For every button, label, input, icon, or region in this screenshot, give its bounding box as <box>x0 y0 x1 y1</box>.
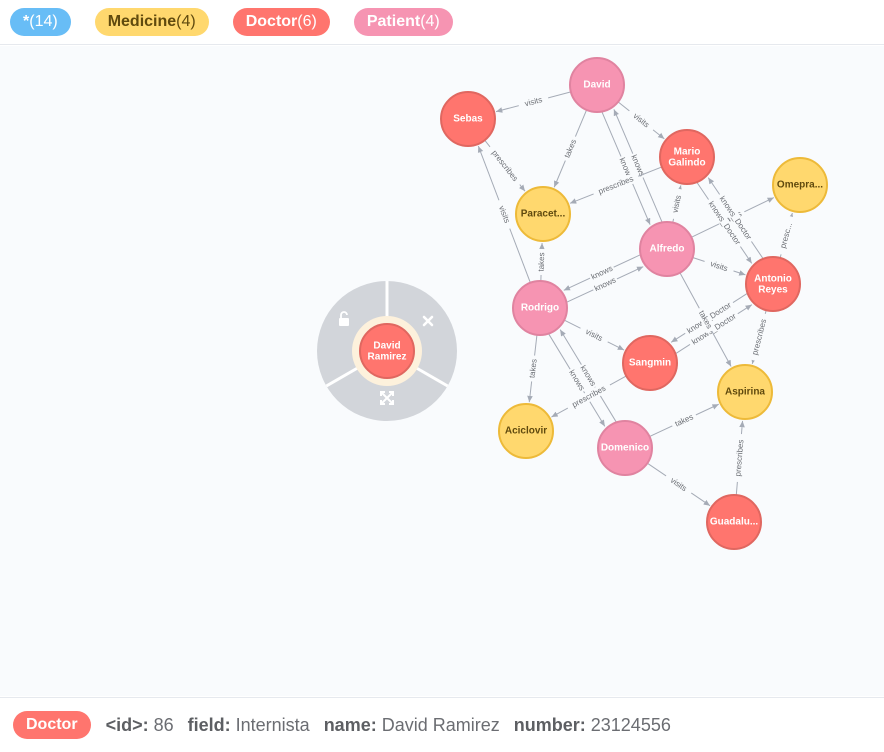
graph-canvas[interactable]: visits visits takes knows knows prescribes pre… <box>0 46 884 696</box>
node-caption: David <box>373 341 400 352</box>
relationship-mario-paracet[interactable]: prescribes <box>569 166 663 204</box>
relationship-david-sebas[interactable]: visits <box>495 91 572 113</box>
property-key: field: <box>187 714 231 735</box>
relationship-type-label: takes <box>537 252 547 271</box>
relationship-antonio-aspirina[interactable]: prescribes <box>748 310 771 365</box>
node-caption: Domenico <box>601 443 649 454</box>
graph-node-aciclovir[interactable]: Aciclovir <box>498 403 554 459</box>
property-value: 86 <box>153 714 174 735</box>
legend-doctor-label: Doctor <box>245 13 298 30</box>
legend-all-count: (14) <box>29 13 58 30</box>
property-name: name: David Ramirez <box>324 715 500 736</box>
graph-node-david[interactable]: David <box>569 57 625 113</box>
legend-medicine-label: Medicine <box>107 13 177 30</box>
legend-patient-label: Patient <box>366 13 421 30</box>
property-id: <id>: 86 <box>106 715 174 736</box>
relationship-type-label: prescribes <box>490 148 520 183</box>
graph-node-guadalu[interactable]: Guadalu... <box>706 494 762 550</box>
relationship-rodrigo-aciclovir[interactable]: takes <box>526 334 540 403</box>
relationship-type-label: visits <box>524 95 543 108</box>
relationship-alfredo-antonio[interactable]: visits <box>692 256 746 276</box>
node-caption: Aspirina <box>725 387 765 398</box>
graph-visualization[interactable]: visitsvisitstakesknowsknowsprescribespre… <box>0 46 884 696</box>
relationship-domenico-guadalu[interactable]: visits <box>647 462 711 507</box>
legend-all-nodes[interactable]: * (14) <box>10 8 71 36</box>
relationship-guadalu-aspirina[interactable]: prescribes <box>732 420 747 496</box>
relationship-type-label: takes <box>674 412 695 428</box>
property-key: <id>: <box>105 714 149 735</box>
graph-node-omepra[interactable]: Omepra... <box>772 157 828 213</box>
property-field: field: Internista <box>188 715 310 736</box>
graph-node-rodrigo[interactable]: Rodrigo <box>512 280 568 336</box>
legend-medicine[interactable]: Medicine (4) <box>94 8 209 36</box>
label-legend-bar: * (14) Medicine (4) Doctor (6) Patient (… <box>0 0 884 45</box>
node-caption: Paracet... <box>521 209 566 220</box>
selected-node-label-badge[interactable]: Doctor <box>13 711 91 739</box>
relationship-antonio-omepra[interactable]: presc... <box>776 212 797 259</box>
node-caption: Sangmin <box>629 358 671 369</box>
graph-node-davidramirez[interactable]: DavidRamirez <box>359 323 415 379</box>
node-caption: Guadalu... <box>710 517 759 528</box>
property-key: name: <box>323 714 377 735</box>
graph-node-mario[interactable]: MarioGalindo <box>659 129 715 185</box>
legend-patient[interactable]: Patient (4) <box>353 8 453 36</box>
relationship-alfredo-mario[interactable]: visits <box>668 185 685 223</box>
relationship-david-paracet[interactable]: takes <box>553 109 588 188</box>
graph-node-paracet[interactable]: Paracet... <box>515 186 571 242</box>
property-key: number: <box>513 714 586 735</box>
relationship-domenico-aspirina[interactable]: takes <box>649 403 719 438</box>
node-caption: Mario <box>674 147 701 158</box>
graph-node-aspirina[interactable]: Aspirina <box>717 364 773 420</box>
node-caption: Galindo <box>668 158 705 169</box>
legend-doctor[interactable]: Doctor (6) <box>232 8 330 36</box>
graph-node-antonio[interactable]: AntonioReyes <box>745 256 801 312</box>
legend-medicine-count: (4) <box>176 13 196 30</box>
relationship-david-mario[interactable]: visits <box>617 101 665 140</box>
node-caption: Antonio <box>754 274 792 285</box>
relationship-rodrigo-paracet[interactable]: takes <box>536 242 547 282</box>
relationship-type-label: prescribes <box>733 439 745 477</box>
graph-node-alfredo[interactable]: Alfredo <box>639 221 695 277</box>
legend-patient-count: (4) <box>420 13 440 30</box>
node-caption: Ramirez <box>368 352 407 363</box>
node-caption: Omepra... <box>777 180 823 191</box>
graph-node-sebas[interactable]: Sebas <box>440 91 496 147</box>
node-caption: David <box>583 80 610 91</box>
relationship-sebas-paracet[interactable]: prescribes <box>484 139 526 192</box>
property-number: number: 23124556 <box>514 715 671 736</box>
graph-node-sangmin[interactable]: Sangmin <box>622 335 678 391</box>
property-value: Internista <box>235 714 310 735</box>
node-caption: Sebas <box>453 114 483 125</box>
property-value: 23124556 <box>590 714 671 735</box>
relationship-type-label: takes <box>563 138 579 159</box>
node-caption: Rodrigo <box>521 303 559 314</box>
relationship-type-label: visits <box>584 327 604 343</box>
relationship-type-label: presc... <box>778 222 794 250</box>
relationship-type-label: prescribes <box>750 318 768 356</box>
node-caption: Aciclovir <box>505 426 547 437</box>
property-value: David Ramirez <box>381 714 500 735</box>
graph-node-domenico[interactable]: Domenico <box>597 420 653 476</box>
legend-doctor-count: (6) <box>297 13 317 30</box>
node-caption: Alfredo <box>650 244 685 255</box>
node-properties-bar: Doctor <id>: 86 field: Internista name: … <box>0 697 884 752</box>
node-caption: Reyes <box>758 285 788 296</box>
relationship-rodrigo-sangmin[interactable]: visits <box>563 319 625 351</box>
relationship-type-label: visits <box>671 194 684 213</box>
